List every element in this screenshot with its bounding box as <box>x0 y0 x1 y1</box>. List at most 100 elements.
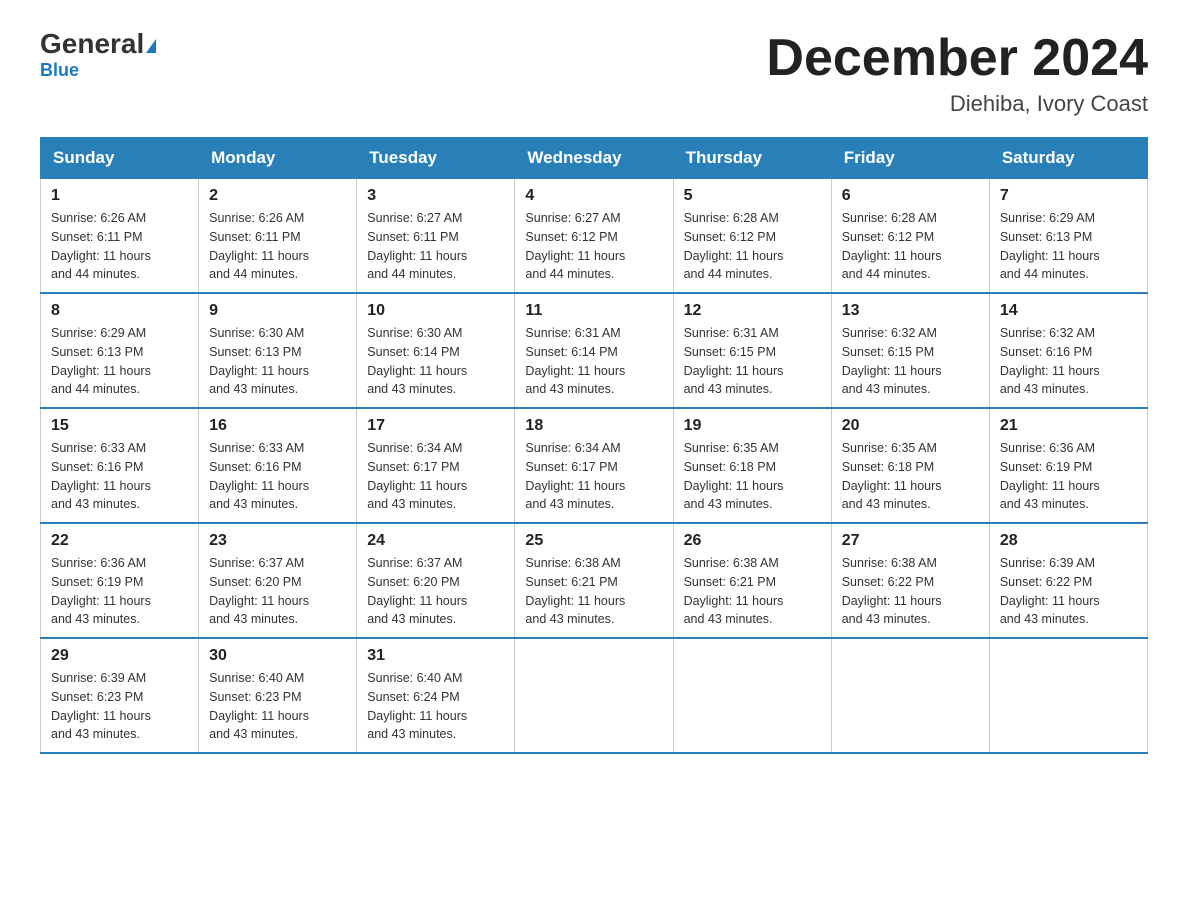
day-info: Sunrise: 6:39 AM Sunset: 6:23 PM Dayligh… <box>51 669 188 744</box>
day-number: 18 <box>525 417 662 435</box>
day-info: Sunrise: 6:34 AM Sunset: 6:17 PM Dayligh… <box>525 439 662 514</box>
calendar-cell: 26 Sunrise: 6:38 AM Sunset: 6:21 PM Dayl… <box>673 523 831 638</box>
day-info: Sunrise: 6:26 AM Sunset: 6:11 PM Dayligh… <box>209 209 346 284</box>
day-number: 25 <box>525 532 662 550</box>
calendar-cell <box>673 638 831 753</box>
day-info: Sunrise: 6:26 AM Sunset: 6:11 PM Dayligh… <box>51 209 188 284</box>
calendar-cell: 19 Sunrise: 6:35 AM Sunset: 6:18 PM Dayl… <box>673 408 831 523</box>
calendar-cell: 17 Sunrise: 6:34 AM Sunset: 6:17 PM Dayl… <box>357 408 515 523</box>
day-info: Sunrise: 6:34 AM Sunset: 6:17 PM Dayligh… <box>367 439 504 514</box>
day-number: 6 <box>842 187 979 205</box>
day-info: Sunrise: 6:37 AM Sunset: 6:20 PM Dayligh… <box>367 554 504 629</box>
day-info: Sunrise: 6:40 AM Sunset: 6:23 PM Dayligh… <box>209 669 346 744</box>
logo: General Blue <box>40 30 156 81</box>
calendar-body: 1 Sunrise: 6:26 AM Sunset: 6:11 PM Dayli… <box>41 179 1148 754</box>
calendar-cell: 9 Sunrise: 6:30 AM Sunset: 6:13 PM Dayli… <box>199 293 357 408</box>
day-info: Sunrise: 6:39 AM Sunset: 6:22 PM Dayligh… <box>1000 554 1137 629</box>
day-number: 13 <box>842 302 979 320</box>
calendar-cell: 29 Sunrise: 6:39 AM Sunset: 6:23 PM Dayl… <box>41 638 199 753</box>
calendar-cell: 13 Sunrise: 6:32 AM Sunset: 6:15 PM Dayl… <box>831 293 989 408</box>
calendar-cell: 12 Sunrise: 6:31 AM Sunset: 6:15 PM Dayl… <box>673 293 831 408</box>
day-info: Sunrise: 6:35 AM Sunset: 6:18 PM Dayligh… <box>842 439 979 514</box>
day-number: 8 <box>51 302 188 320</box>
calendar-cell: 20 Sunrise: 6:35 AM Sunset: 6:18 PM Dayl… <box>831 408 989 523</box>
day-info: Sunrise: 6:35 AM Sunset: 6:18 PM Dayligh… <box>684 439 821 514</box>
calendar-header-row: SundayMondayTuesdayWednesdayThursdayFrid… <box>41 138 1148 179</box>
day-header-wednesday: Wednesday <box>515 138 673 179</box>
day-number: 27 <box>842 532 979 550</box>
day-info: Sunrise: 6:27 AM Sunset: 6:11 PM Dayligh… <box>367 209 504 284</box>
day-info: Sunrise: 6:40 AM Sunset: 6:24 PM Dayligh… <box>367 669 504 744</box>
day-info: Sunrise: 6:27 AM Sunset: 6:12 PM Dayligh… <box>525 209 662 284</box>
day-number: 10 <box>367 302 504 320</box>
day-number: 28 <box>1000 532 1137 550</box>
day-number: 3 <box>367 187 504 205</box>
calendar-cell: 1 Sunrise: 6:26 AM Sunset: 6:11 PM Dayli… <box>41 179 199 294</box>
day-info: Sunrise: 6:33 AM Sunset: 6:16 PM Dayligh… <box>51 439 188 514</box>
day-header-tuesday: Tuesday <box>357 138 515 179</box>
title-section: December 2024 Diehiba, Ivory Coast <box>766 30 1148 117</box>
calendar-cell: 4 Sunrise: 6:27 AM Sunset: 6:12 PM Dayli… <box>515 179 673 294</box>
day-number: 7 <box>1000 187 1137 205</box>
calendar-cell: 22 Sunrise: 6:36 AM Sunset: 6:19 PM Dayl… <box>41 523 199 638</box>
day-info: Sunrise: 6:38 AM Sunset: 6:21 PM Dayligh… <box>684 554 821 629</box>
day-number: 24 <box>367 532 504 550</box>
day-number: 21 <box>1000 417 1137 435</box>
day-number: 23 <box>209 532 346 550</box>
day-info: Sunrise: 6:33 AM Sunset: 6:16 PM Dayligh… <box>209 439 346 514</box>
day-number: 19 <box>684 417 821 435</box>
day-info: Sunrise: 6:28 AM Sunset: 6:12 PM Dayligh… <box>842 209 979 284</box>
day-number: 15 <box>51 417 188 435</box>
calendar-cell: 10 Sunrise: 6:30 AM Sunset: 6:14 PM Dayl… <box>357 293 515 408</box>
calendar-week-3: 15 Sunrise: 6:33 AM Sunset: 6:16 PM Dayl… <box>41 408 1148 523</box>
calendar-cell: 21 Sunrise: 6:36 AM Sunset: 6:19 PM Dayl… <box>989 408 1147 523</box>
calendar-cell: 16 Sunrise: 6:33 AM Sunset: 6:16 PM Dayl… <box>199 408 357 523</box>
day-number: 17 <box>367 417 504 435</box>
day-info: Sunrise: 6:29 AM Sunset: 6:13 PM Dayligh… <box>1000 209 1137 284</box>
calendar-cell: 15 Sunrise: 6:33 AM Sunset: 6:16 PM Dayl… <box>41 408 199 523</box>
calendar-cell: 14 Sunrise: 6:32 AM Sunset: 6:16 PM Dayl… <box>989 293 1147 408</box>
day-info: Sunrise: 6:37 AM Sunset: 6:20 PM Dayligh… <box>209 554 346 629</box>
calendar-cell: 24 Sunrise: 6:37 AM Sunset: 6:20 PM Dayl… <box>357 523 515 638</box>
day-header-friday: Friday <box>831 138 989 179</box>
day-header-monday: Monday <box>199 138 357 179</box>
day-info: Sunrise: 6:30 AM Sunset: 6:13 PM Dayligh… <box>209 324 346 399</box>
month-title: December 2024 <box>766 30 1148 87</box>
day-number: 4 <box>525 187 662 205</box>
day-info: Sunrise: 6:32 AM Sunset: 6:15 PM Dayligh… <box>842 324 979 399</box>
day-info: Sunrise: 6:36 AM Sunset: 6:19 PM Dayligh… <box>1000 439 1137 514</box>
calendar-cell <box>831 638 989 753</box>
day-number: 12 <box>684 302 821 320</box>
calendar-cell: 11 Sunrise: 6:31 AM Sunset: 6:14 PM Dayl… <box>515 293 673 408</box>
day-info: Sunrise: 6:31 AM Sunset: 6:14 PM Dayligh… <box>525 324 662 399</box>
day-number: 20 <box>842 417 979 435</box>
calendar-cell: 2 Sunrise: 6:26 AM Sunset: 6:11 PM Dayli… <box>199 179 357 294</box>
day-info: Sunrise: 6:36 AM Sunset: 6:19 PM Dayligh… <box>51 554 188 629</box>
day-number: 5 <box>684 187 821 205</box>
calendar-cell: 7 Sunrise: 6:29 AM Sunset: 6:13 PM Dayli… <box>989 179 1147 294</box>
calendar-week-2: 8 Sunrise: 6:29 AM Sunset: 6:13 PM Dayli… <box>41 293 1148 408</box>
calendar-cell: 31 Sunrise: 6:40 AM Sunset: 6:24 PM Dayl… <box>357 638 515 753</box>
calendar-week-5: 29 Sunrise: 6:39 AM Sunset: 6:23 PM Dayl… <box>41 638 1148 753</box>
calendar-cell: 30 Sunrise: 6:40 AM Sunset: 6:23 PM Dayl… <box>199 638 357 753</box>
calendar-cell <box>515 638 673 753</box>
day-header-saturday: Saturday <box>989 138 1147 179</box>
day-info: Sunrise: 6:32 AM Sunset: 6:16 PM Dayligh… <box>1000 324 1137 399</box>
calendar-cell: 6 Sunrise: 6:28 AM Sunset: 6:12 PM Dayli… <box>831 179 989 294</box>
day-number: 9 <box>209 302 346 320</box>
day-number: 26 <box>684 532 821 550</box>
day-header-thursday: Thursday <box>673 138 831 179</box>
logo-sub: Blue <box>40 60 79 81</box>
day-info: Sunrise: 6:38 AM Sunset: 6:21 PM Dayligh… <box>525 554 662 629</box>
page-header: General Blue December 2024 Diehiba, Ivor… <box>40 30 1148 117</box>
calendar-table: SundayMondayTuesdayWednesdayThursdayFrid… <box>40 137 1148 754</box>
logo-main: General <box>40 30 156 58</box>
day-number: 29 <box>51 647 188 665</box>
day-info: Sunrise: 6:29 AM Sunset: 6:13 PM Dayligh… <box>51 324 188 399</box>
day-number: 22 <box>51 532 188 550</box>
day-number: 14 <box>1000 302 1137 320</box>
calendar-cell: 18 Sunrise: 6:34 AM Sunset: 6:17 PM Dayl… <box>515 408 673 523</box>
calendar-cell: 8 Sunrise: 6:29 AM Sunset: 6:13 PM Dayli… <box>41 293 199 408</box>
day-number: 2 <box>209 187 346 205</box>
calendar-cell: 23 Sunrise: 6:37 AM Sunset: 6:20 PM Dayl… <box>199 523 357 638</box>
